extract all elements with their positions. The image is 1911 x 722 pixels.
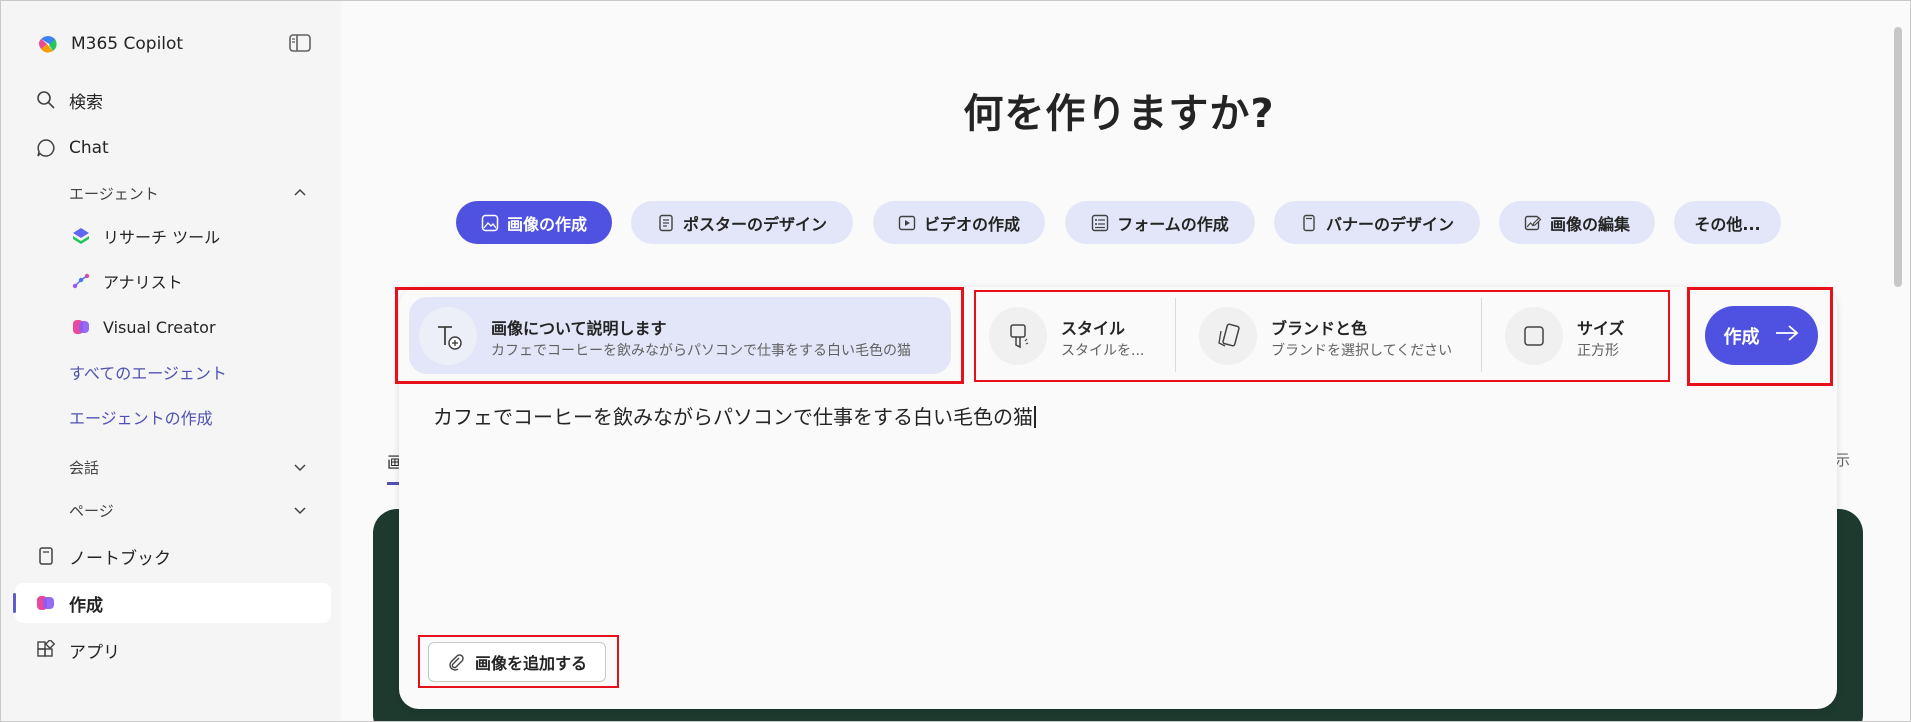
sidebar-item-label: ノートブック	[69, 548, 171, 569]
pill-label: その他...	[1694, 214, 1761, 234]
background-right-partial: 示	[1835, 451, 1851, 469]
create-icon	[35, 592, 57, 614]
sidebar-item-create[interactable]: 作成	[35, 589, 103, 617]
pill-create-video[interactable]: ビデオの作成	[873, 201, 1045, 244]
agents-section-header[interactable]: エージェント	[69, 180, 159, 206]
sidebar-item-notebook[interactable]: ノートブック	[35, 542, 171, 570]
app-title: M365 Copilot	[71, 34, 184, 54]
active-indicator	[13, 593, 16, 613]
sidebar-item-apps[interactable]: アプリ	[35, 636, 120, 664]
sidebar-agent-label: リサーチ ツール	[103, 228, 221, 247]
pill-label: 画像の作成	[506, 214, 587, 234]
pages-section-header[interactable]: ページ	[69, 497, 114, 523]
form-icon	[1091, 214, 1109, 232]
visual-creator-icon	[71, 317, 91, 337]
conversations-label: 会話	[69, 458, 100, 477]
all-agents-link[interactable]: すべてのエージェント	[69, 359, 227, 385]
sidebar: M365 Copilot 検索 Chat エージェント リサーチ ツール アナリ…	[1, 1, 341, 721]
pill-create-form[interactable]: フォームの作成	[1065, 201, 1255, 244]
pill-label: バナーのデザイン	[1325, 214, 1454, 234]
pill-poster-design[interactable]: ポスターのデザイン	[631, 201, 853, 244]
pages-label: ページ	[69, 501, 114, 520]
prompt-text: カフェでコーヒーを飲みながらパソコンで仕事をする白い毛色の猫	[433, 405, 1033, 429]
prompt-input[interactable]: カフェでコーヒーを飲みながらパソコンで仕事をする白い毛色の猫	[433, 401, 1036, 430]
sidebar-item-label: アプリ	[69, 642, 120, 663]
create-agent-link[interactable]: エージェントの作成	[69, 404, 213, 430]
copilot-logo-icon	[37, 33, 59, 55]
app-window: M365 Copilot 検索 Chat エージェント リサーチ ツール アナリ…	[0, 0, 1911, 722]
highlight-add-image	[418, 635, 619, 688]
sidebar-agent-label: アナリスト	[103, 273, 183, 292]
highlight-options	[974, 290, 1670, 382]
pill-label: フォームの作成	[1117, 214, 1229, 234]
sidebar-toggle-icon[interactable]	[289, 34, 311, 52]
agents-header-label: エージェント	[69, 184, 159, 203]
banner-icon	[1300, 214, 1318, 232]
pill-create-image[interactable]: 画像の作成	[456, 201, 612, 244]
sidebar-item-search[interactable]: 検索	[35, 86, 103, 114]
sidebar-item-label: 検索	[69, 92, 103, 113]
conversations-section-header[interactable]: 会話	[69, 454, 99, 480]
app-brand: M365 Copilot	[37, 31, 183, 57]
text-caret	[1034, 406, 1036, 428]
chevron-down-icon[interactable]	[292, 459, 308, 475]
apps-icon	[35, 639, 57, 661]
pill-banner-design[interactable]: バナーのデザイン	[1274, 201, 1480, 244]
sidebar-item-label: 作成	[69, 595, 103, 616]
pill-edit-image[interactable]: 画像の編集	[1499, 201, 1655, 244]
edit-image-icon	[1524, 214, 1542, 232]
pill-label: ビデオの作成	[923, 214, 1020, 234]
sidebar-item-chat[interactable]: Chat	[35, 134, 109, 162]
sidebar-agent-visual-creator[interactable]: Visual Creator	[71, 313, 216, 341]
scrollbar-thumb[interactable]	[1894, 27, 1902, 287]
highlight-create	[1687, 287, 1833, 386]
analyst-agent-icon	[71, 271, 91, 291]
chat-icon	[35, 137, 57, 159]
highlight-describe	[395, 287, 964, 384]
sidebar-item-label: Chat	[69, 138, 109, 158]
notebook-icon	[35, 545, 57, 567]
pill-label: ポスターのデザイン	[682, 214, 827, 234]
poster-icon	[657, 214, 675, 232]
video-icon	[898, 214, 916, 232]
research-agent-icon	[71, 226, 91, 246]
sidebar-agent-label: Visual Creator	[103, 317, 216, 337]
sidebar-agent-research[interactable]: リサーチ ツール	[71, 222, 220, 250]
search-icon	[35, 89, 57, 111]
sidebar-agent-analyst[interactable]: アナリスト	[71, 267, 183, 295]
chevron-down-icon[interactable]	[292, 502, 308, 518]
image-icon	[481, 214, 499, 232]
pill-more[interactable]: その他...	[1674, 201, 1781, 244]
pill-label: 画像の編集	[1549, 214, 1630, 234]
chevron-up-icon[interactable]	[292, 185, 308, 201]
page-title: 何を作りますか?	[963, 91, 1275, 137]
